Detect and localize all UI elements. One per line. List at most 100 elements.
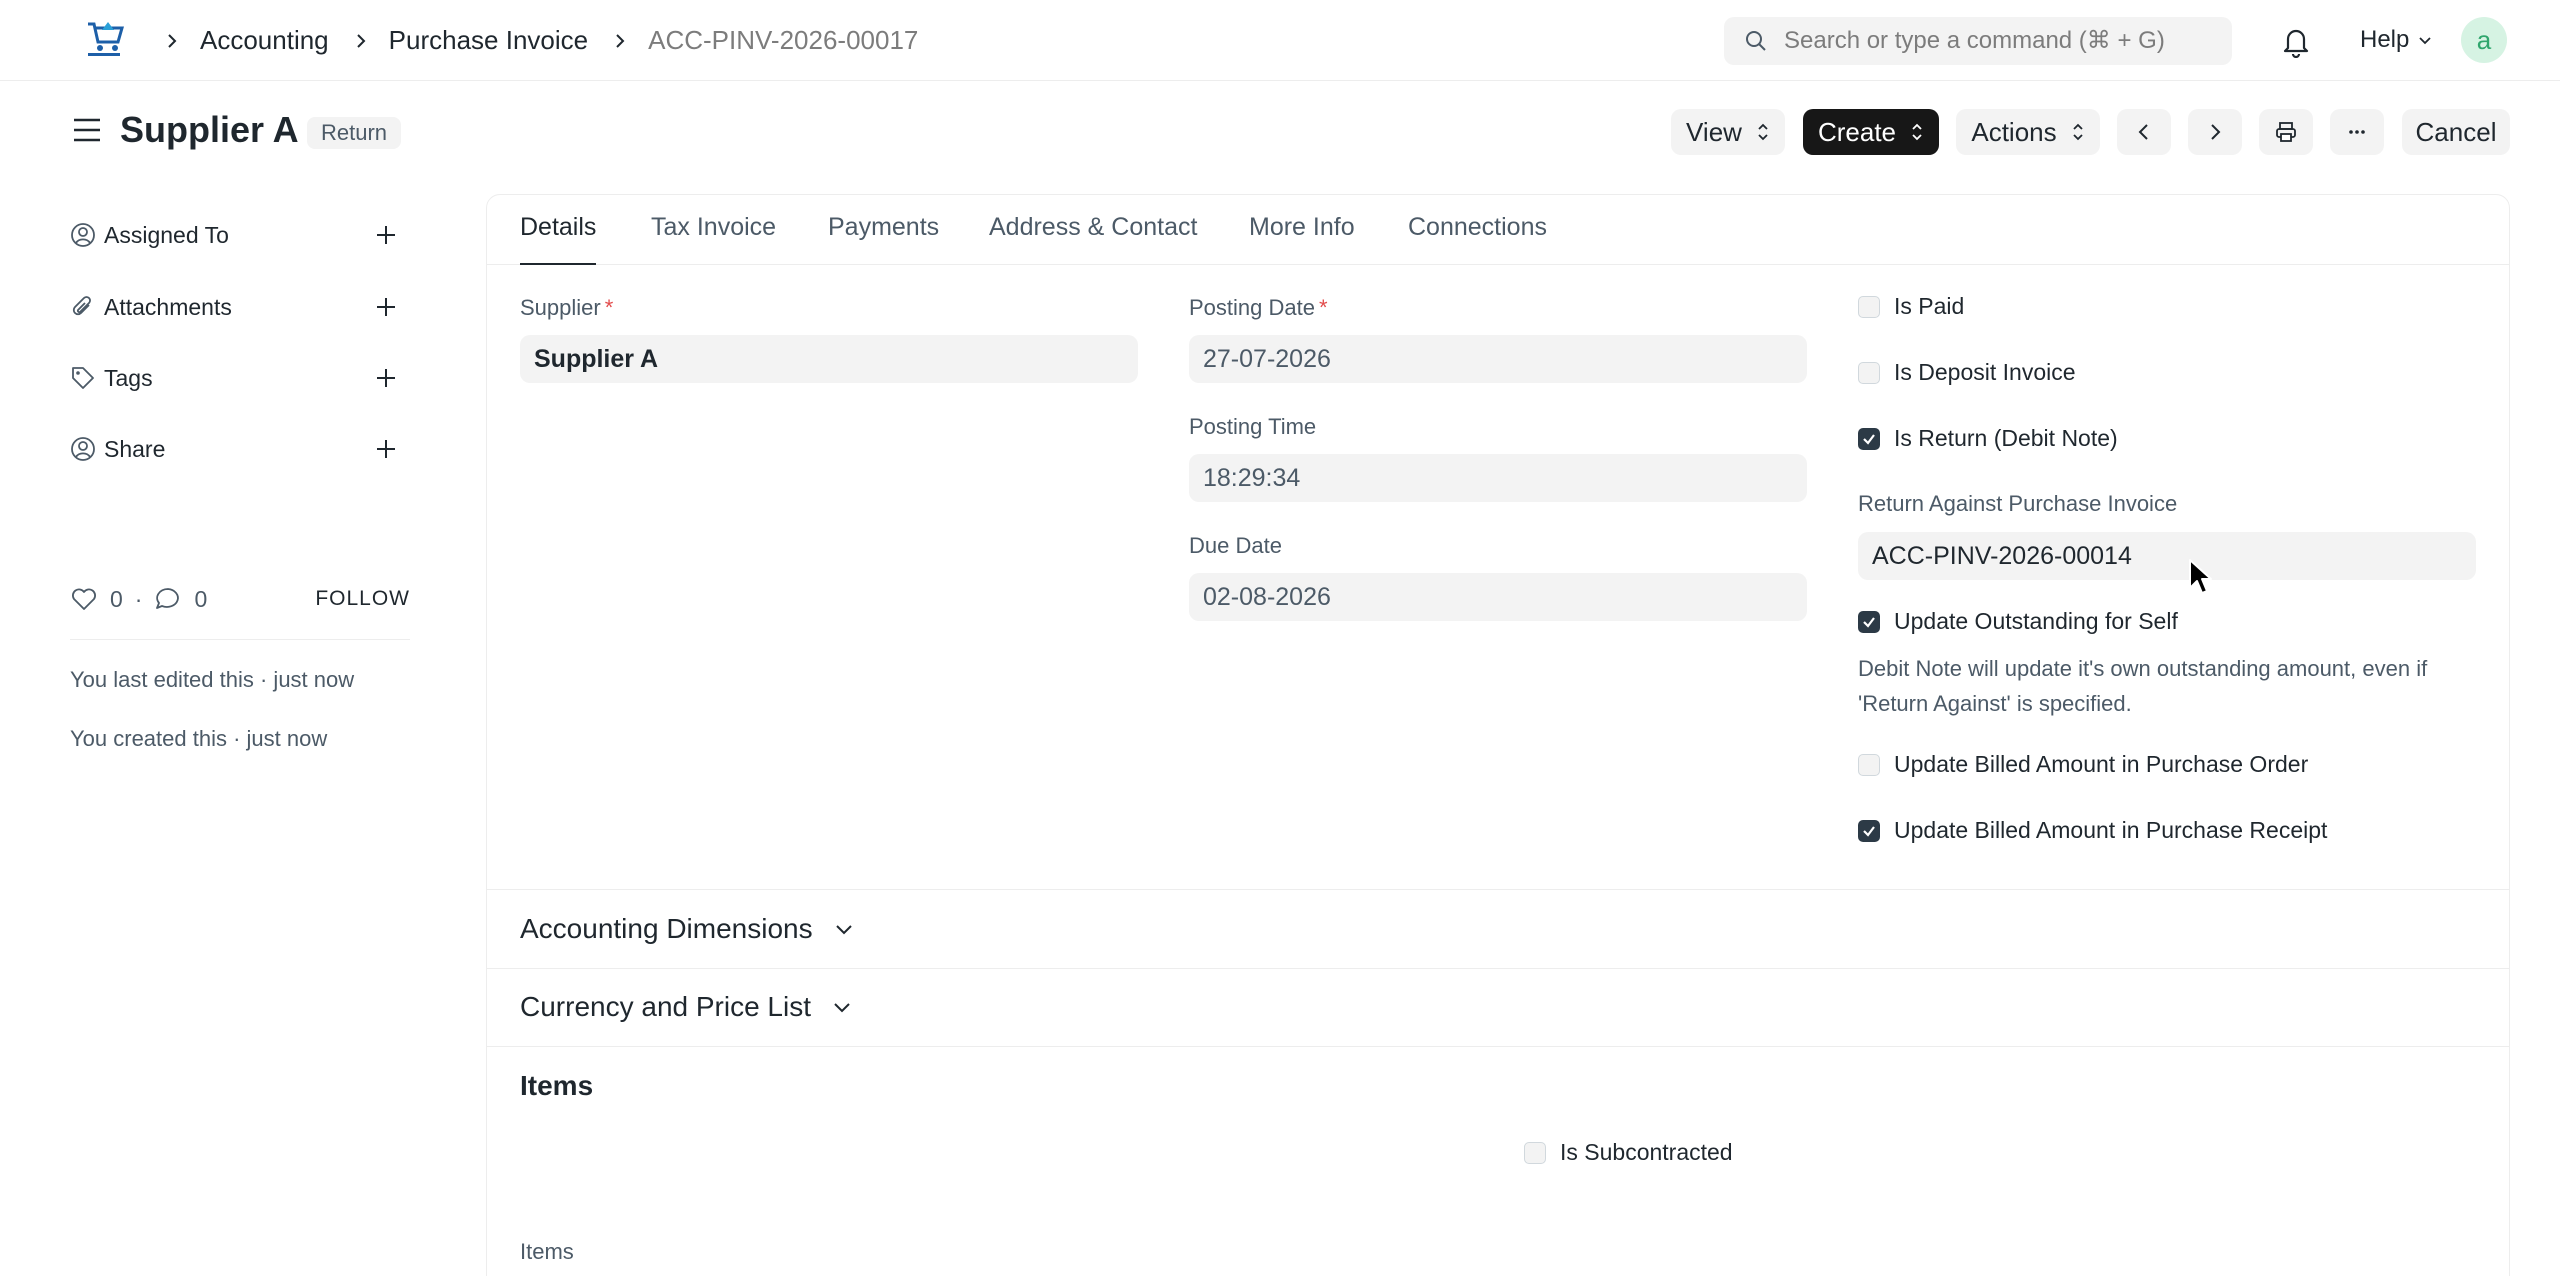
supplier-label: Supplier * (520, 295, 614, 320)
status-badge: Return (307, 117, 402, 149)
supplier-field[interactable]: Supplier A (520, 335, 1138, 383)
chevron-down-icon (834, 1003, 850, 1013)
notifications-bell-icon[interactable] (2280, 24, 2312, 59)
activity-last-edited: You last edited this · just now (70, 667, 355, 692)
is-return-checkbox-row[interactable]: Is Return (Debit Note) (1858, 425, 2118, 452)
breadcrumb-purchase-invoice[interactable]: Purchase Invoice (389, 25, 588, 56)
update-billed-po-label: Update Billed Amount in Purchase Order (1894, 751, 2309, 777)
sidebar-item-attachments[interactable]: Attachments (70, 287, 410, 327)
mouse-pointer-icon (2189, 559, 2212, 594)
create-button[interactable]: Create (1803, 109, 1939, 155)
next-doc-button[interactable] (2188, 109, 2242, 155)
is-subcontracted-checkbox[interactable] (1524, 1141, 1546, 1164)
checkmark-icon (1863, 616, 1875, 628)
actions-button[interactable]: Actions (1956, 109, 2100, 155)
items-section-heading: Items (520, 1070, 594, 1101)
paperclip-icon (72, 296, 91, 316)
plus-icon[interactable] (373, 436, 399, 462)
more-options-button[interactable] (2330, 109, 2384, 155)
search-icon (1746, 31, 1766, 51)
user-avatar[interactable]: a (2461, 17, 2507, 63)
due-date-field[interactable]: 02-08-2026 (1189, 573, 1807, 621)
top-navbar: Accounting Purchase Invoice ACC-PINV-202… (0, 0, 2560, 81)
user-circle-icon (71, 223, 95, 247)
update-billed-po-checkbox-row[interactable]: Update Billed Amount in Purchase Order (1858, 751, 2308, 778)
cancel-button[interactable]: Cancel (2402, 109, 2510, 155)
search-input[interactable] (1784, 27, 2224, 55)
section-heading: Currency and Price List (520, 991, 812, 1022)
page-title: Supplier A (120, 109, 299, 150)
update-billed-pr-checkbox-row[interactable]: Update Billed Amount in Purchase Receipt (1858, 817, 2327, 844)
help-dropdown[interactable]: Help (2360, 26, 2433, 54)
accounting-dimensions-section[interactable]: Accounting Dimensions (520, 913, 855, 945)
view-button[interactable]: View (1671, 109, 1785, 155)
search-bar[interactable] (1724, 17, 2232, 65)
items-table-label: Items (520, 1239, 574, 1264)
is-paid-checkbox[interactable] (1858, 295, 1880, 318)
heart-icon[interactable] (70, 586, 98, 612)
sidebar-toggle-icon[interactable] (72, 117, 102, 143)
tab-connections[interactable]: Connections (1408, 213, 1547, 265)
is-paid-label: Is Paid (1894, 293, 1965, 319)
is-subcontracted-label: Is Subcontracted (1560, 1139, 1733, 1165)
print-button[interactable] (2259, 109, 2313, 155)
sidebar-item-assigned-to[interactable]: Assigned To (70, 215, 410, 255)
posting-date-field[interactable]: 27-07-2026 (1189, 335, 1807, 383)
update-outstanding-checkbox[interactable] (1858, 610, 1880, 633)
tab-details[interactable]: Details (520, 213, 597, 265)
view-button-label: View (1686, 116, 1742, 147)
breadcrumb: Accounting Purchase Invoice ACC-PINV-202… (152, 0, 918, 81)
posting-time-label: Posting Time (1189, 414, 1317, 439)
update-outstanding-checkbox-row[interactable]: Update Outstanding for Self (1858, 608, 2178, 635)
chevron-left-icon (2138, 124, 2148, 140)
comment-icon[interactable] (154, 586, 182, 612)
is-return-checkbox[interactable] (1858, 427, 1880, 450)
ellipsis-icon (2349, 130, 2365, 134)
actions-button-label: Actions (1971, 116, 2057, 147)
breadcrumb-accounting[interactable]: Accounting (200, 25, 329, 56)
chevron-right-icon (158, 27, 186, 55)
due-date-label: Due Date (1189, 533, 1282, 558)
printer-icon (2276, 122, 2296, 142)
chevron-down-icon (835, 925, 852, 935)
app-logo[interactable] (80, 18, 128, 62)
sidebar-item-share[interactable]: Share (70, 429, 410, 469)
help-label: Help (2360, 26, 2410, 53)
sidebar-item-label: Attachments (104, 293, 232, 320)
tab-address-contact[interactable]: Address & Contact (989, 213, 1197, 265)
currency-price-list-section[interactable]: Currency and Price List (520, 991, 853, 1023)
section-divider (487, 1046, 2509, 1047)
update-billed-po-checkbox[interactable] (1858, 753, 1880, 776)
posting-time-field[interactable]: 18:29:34 (1189, 454, 1807, 502)
form-card: Details Tax Invoice Payments Address & C… (486, 194, 2510, 1276)
is-deposit-invoice-checkbox[interactable] (1858, 361, 1880, 384)
share-user-icon (71, 437, 95, 461)
plus-icon[interactable] (373, 294, 399, 320)
chevron-down-icon (2419, 37, 2431, 45)
breadcrumb-current-doc[interactable]: ACC-PINV-2026-00017 (648, 25, 918, 56)
tab-more-info[interactable]: More Info (1249, 213, 1355, 265)
likes-comments-row: 0 · 0 FOLLOW (70, 579, 410, 619)
section-divider (487, 968, 2509, 969)
chevron-right-icon (347, 27, 375, 55)
tab-payments[interactable]: Payments (828, 213, 939, 265)
is-subcontracted-checkbox-row[interactable]: Is Subcontracted (1524, 1139, 1733, 1166)
is-paid-checkbox-row[interactable]: Is Paid (1858, 293, 1964, 320)
is-deposit-invoice-checkbox-row[interactable]: Is Deposit Invoice (1858, 359, 2076, 386)
create-button-label: Create (1817, 116, 1897, 147)
sidebar-item-label: Assigned To (104, 221, 229, 248)
section-heading: Accounting Dimensions (520, 913, 813, 944)
is-deposit-invoice-label: Is Deposit Invoice (1894, 359, 2076, 385)
tab-tax-invoice[interactable]: Tax Invoice (651, 213, 776, 265)
follow-button[interactable]: FOLLOW (315, 587, 410, 611)
sidebar-item-tags[interactable]: Tags (70, 358, 410, 398)
plus-icon[interactable] (373, 222, 399, 248)
update-billed-pr-checkbox[interactable] (1858, 819, 1880, 842)
plus-icon[interactable] (373, 365, 399, 391)
return-against-field[interactable]: ACC-PINV-2026-00014 (1858, 532, 2476, 580)
previous-doc-button[interactable] (2117, 109, 2171, 155)
sidebar-item-label: Tags (104, 364, 153, 391)
form-tabs: Details Tax Invoice Payments Address & C… (487, 195, 2509, 265)
sidebar-divider (70, 639, 410, 640)
update-billed-pr-label: Update Billed Amount in Purchase Receipt (1894, 817, 2328, 843)
